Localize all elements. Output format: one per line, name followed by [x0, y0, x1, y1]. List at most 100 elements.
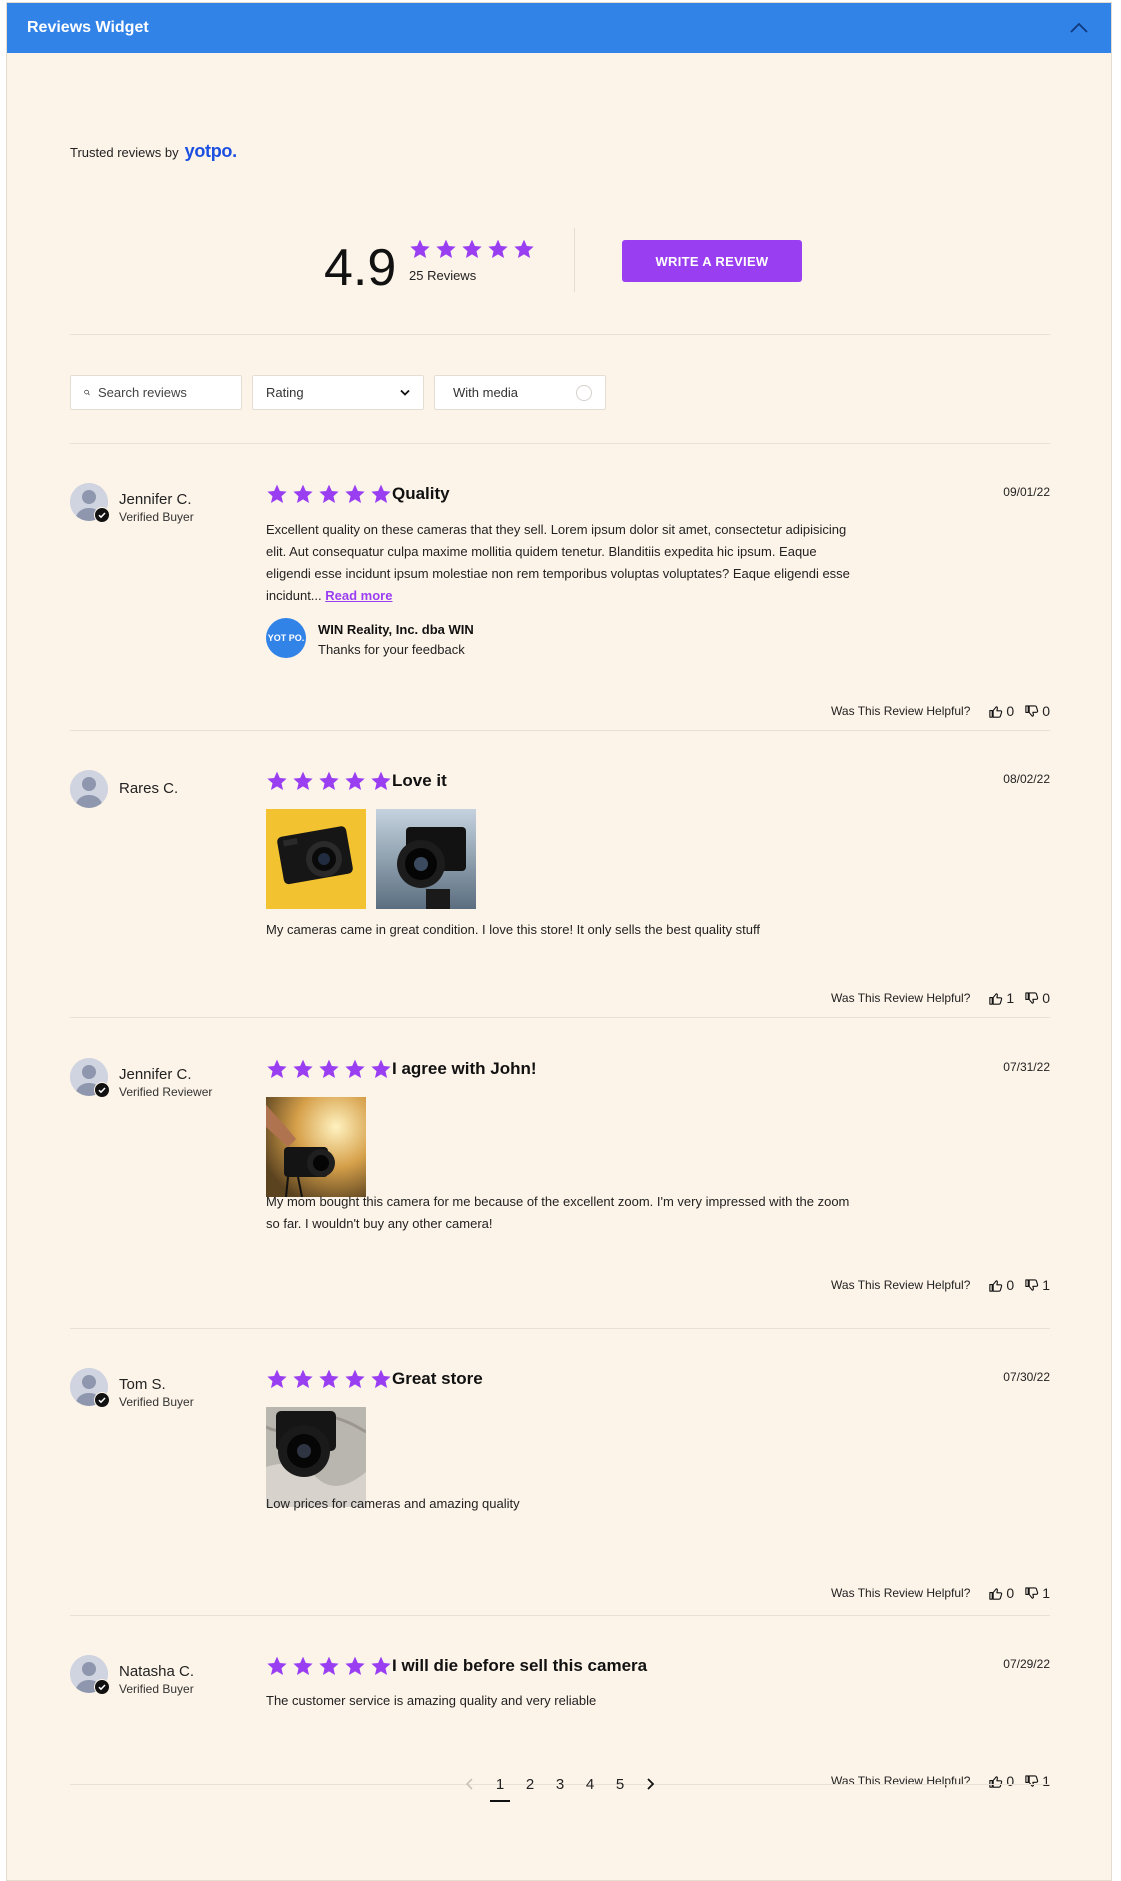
search-input[interactable] — [98, 385, 228, 400]
camera-on-yellow-photo[interactable] — [266, 809, 366, 909]
reviewer-name: Rares C. — [119, 780, 179, 797]
thumbs-up-button[interactable]: 1 — [988, 990, 1014, 1006]
camera-on-bed-photo[interactable] — [266, 1407, 366, 1507]
thumbs-down-icon — [1024, 1278, 1039, 1293]
star-icon — [344, 770, 366, 792]
with-media-toggle[interactable]: With media — [434, 375, 606, 410]
page-3[interactable]: 3 — [545, 1770, 575, 1798]
review-date: 07/30/22 — [1003, 1370, 1050, 1384]
star-icon — [370, 770, 392, 792]
thumbs-up-count: 0 — [1006, 1277, 1015, 1293]
rating-dropdown-label: Rating — [266, 385, 304, 400]
star-icon — [266, 770, 288, 792]
thumbs-down-icon — [1024, 704, 1039, 719]
reviewer-badge: Verified Reviewer — [119, 1085, 213, 1099]
reviewer-name: Tom S. — [119, 1376, 166, 1393]
star-icon — [266, 1655, 288, 1677]
reviews-widget: Reviews Widget Trusted reviews by yotpo.… — [6, 2, 1112, 1881]
verified-check-icon — [94, 1082, 110, 1098]
reviewer-name: Jennifer C. — [119, 491, 192, 508]
review-media — [266, 809, 476, 909]
review-stars — [266, 770, 392, 792]
review-body: My mom bought this camera for me because… — [266, 1194, 850, 1231]
star-icon — [318, 770, 340, 792]
search-icon — [84, 389, 90, 396]
read-more-link[interactable]: Read more — [325, 588, 392, 603]
review-date: 07/31/22 — [1003, 1060, 1050, 1074]
star-icon — [344, 1058, 366, 1080]
chevron-down-icon — [400, 389, 410, 396]
toggle-circle[interactable] — [576, 384, 592, 401]
review-media — [266, 1407, 366, 1507]
thumbs-down-button[interactable]: 1 — [1024, 1277, 1050, 1293]
chevron-left-icon[interactable] — [455, 1770, 485, 1798]
verified-check-icon — [94, 507, 110, 523]
star-icon — [318, 1655, 340, 1677]
page-4[interactable]: 4 — [575, 1770, 605, 1798]
thumbs-down-button[interactable]: 0 — [1024, 990, 1050, 1006]
divider — [70, 1017, 1050, 1018]
star-icon — [513, 238, 535, 260]
review-body: Excellent quality on these cameras that … — [266, 519, 856, 607]
star-icon — [461, 238, 483, 260]
yotpo-logo[interactable]: yotpo. — [185, 141, 238, 162]
reviewer-name: Jennifer C. — [119, 1066, 192, 1083]
thumbs-up-button[interactable]: 0 — [988, 703, 1014, 719]
star-icon — [318, 1058, 340, 1080]
thumbs-down-count: 0 — [1042, 703, 1050, 719]
rating-summary: 4.9 25 Reviews WRITE A REVIEW — [70, 228, 1050, 308]
star-icon — [318, 1368, 340, 1390]
helpful-label: Was This Review Helpful? — [831, 1278, 971, 1292]
review-body: Low prices for cameras and amazing quali… — [266, 1496, 520, 1511]
star-icon — [292, 1368, 314, 1390]
summary-divider — [574, 228, 575, 292]
review-stars — [266, 1368, 392, 1390]
thumbs-up-count: 1 — [1006, 990, 1015, 1006]
widget-title: Reviews Widget — [27, 19, 149, 36]
thumbs-down-count: 1 — [1042, 1585, 1050, 1601]
write-review-button[interactable]: WRITE A REVIEW — [622, 240, 802, 282]
chevron-up-icon[interactable] — [1067, 16, 1091, 40]
review-title: Love it — [392, 771, 447, 790]
thumbs-up-button[interactable]: 0 — [988, 1585, 1014, 1601]
reply-author: WIN Reality, Inc. dba WIN — [318, 622, 474, 637]
reviewer-badge: Verified Buyer — [119, 510, 194, 524]
review-title: Quality — [392, 484, 450, 503]
star-icon — [344, 1368, 366, 1390]
thumbs-up-button[interactable]: 0 — [988, 1277, 1014, 1293]
star-icon — [370, 483, 392, 505]
review-filters: Rating With media — [70, 375, 606, 410]
star-icon — [318, 483, 340, 505]
thumbs-down-count: 1 — [1042, 1277, 1050, 1293]
hand-holding-camera-photo[interactable] — [266, 1097, 366, 1197]
star-icon — [370, 1058, 392, 1080]
star-icon — [344, 483, 366, 505]
thumbs-up-icon — [988, 704, 1003, 719]
star-icon — [292, 1655, 314, 1677]
review-stars — [266, 1058, 392, 1080]
page-5[interactable]: 5 — [605, 1770, 635, 1798]
star-icon — [370, 1368, 392, 1390]
widget-header[interactable]: Reviews Widget — [7, 3, 1111, 53]
review-stars — [266, 1655, 392, 1677]
average-stars — [409, 238, 535, 260]
helpful-vote: Was This Review Helpful? 0 0 — [831, 703, 1050, 719]
divider — [70, 334, 1050, 335]
page-2[interactable]: 2 — [515, 1770, 545, 1798]
thumbs-down-button[interactable]: 1 — [1024, 1585, 1050, 1601]
rating-dropdown[interactable]: Rating — [252, 375, 424, 410]
thumbs-down-icon — [1024, 991, 1039, 1006]
helpful-label: Was This Review Helpful? — [831, 704, 971, 718]
review-title: Great store — [392, 1369, 483, 1388]
thumbs-down-button[interactable]: 0 — [1024, 703, 1050, 719]
search-box[interactable] — [70, 375, 242, 410]
helpful-vote: Was This Review Helpful? 0 1 — [831, 1585, 1050, 1601]
pagination: 1 2 3 4 5 — [70, 1770, 1050, 1802]
reviewer-badge: Verified Buyer — [119, 1682, 194, 1696]
page-1[interactable]: 1 — [485, 1770, 515, 1802]
helpful-vote: Was This Review Helpful? 0 1 — [831, 1277, 1050, 1293]
lens-closeup-photo[interactable] — [376, 809, 476, 909]
chevron-right-icon[interactable] — [635, 1770, 665, 1798]
helpful-label: Was This Review Helpful? — [831, 991, 971, 1005]
review-count: 25 Reviews — [409, 268, 477, 283]
